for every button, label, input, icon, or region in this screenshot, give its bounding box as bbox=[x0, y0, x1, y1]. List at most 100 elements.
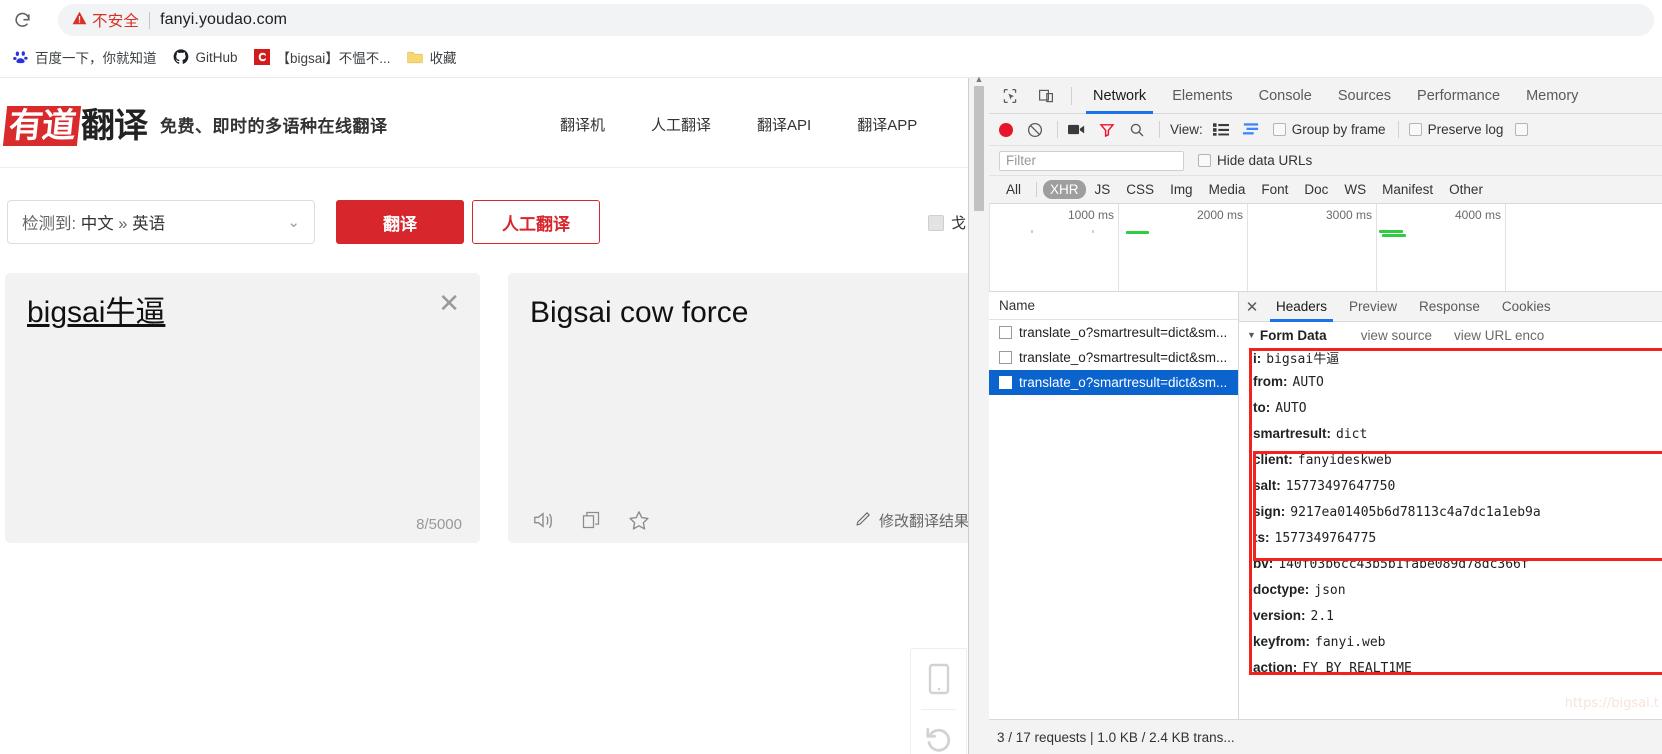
language-select[interactable]: 检测到: 中文 » 英语 ⌄ bbox=[7, 200, 315, 244]
detail-tab-preview[interactable]: Preview bbox=[1338, 292, 1408, 322]
bookmark-item-csdn[interactable]: 【bigsai】不愠不... bbox=[246, 44, 399, 70]
security-warning[interactable]: 不安全 bbox=[72, 9, 139, 31]
omnibox[interactable]: 不安全 fanyi.youdao.com bbox=[58, 4, 1654, 36]
translate-controls-bar: 检测到: 中文 » 英语 ⌄ 翻译 人工翻译 戈 bbox=[0, 196, 968, 258]
type-filter-media[interactable]: Media bbox=[1202, 180, 1253, 199]
request-detail-tabs: ✕ Headers Preview Response Cookies bbox=[1239, 292, 1662, 322]
mobile-icon[interactable] bbox=[911, 649, 966, 709]
nav-link-app[interactable]: 翻译APP bbox=[857, 114, 917, 135]
form-data-title: Form Data bbox=[1260, 328, 1327, 343]
auto-translate-toggle[interactable]: 戈 bbox=[928, 212, 966, 233]
group-by-frame-checkbox[interactable] bbox=[1273, 123, 1286, 136]
tab-elements[interactable]: Elements bbox=[1159, 78, 1245, 114]
omnibox-url[interactable]: fanyi.youdao.com bbox=[160, 11, 287, 29]
preserve-log-checkbox[interactable] bbox=[1409, 123, 1422, 136]
bookmark-item-folder[interactable]: 收藏 bbox=[399, 44, 465, 70]
view-source-link[interactable]: view source bbox=[1361, 328, 1432, 343]
nav-link-fanyiji[interactable]: 翻译机 bbox=[560, 114, 605, 135]
edit-result-label: 修改翻译结果 bbox=[879, 510, 968, 531]
target-text-panel: Bigsai cow force bbox=[508, 273, 968, 543]
bookmark-label: GitHub bbox=[196, 50, 238, 65]
hide-data-urls-checkbox[interactable] bbox=[1198, 154, 1211, 167]
type-filter-ws[interactable]: WS bbox=[1337, 180, 1373, 199]
lang-arrow: » bbox=[118, 215, 127, 233]
request-row-3-selected[interactable]: translate_o?smartresult=dict&sm... bbox=[989, 370, 1238, 395]
filter-funnel-icon[interactable] bbox=[1099, 122, 1115, 138]
page-scrollbar-thumb[interactable] bbox=[974, 86, 984, 211]
nav-link-api[interactable]: 翻译API bbox=[757, 114, 811, 135]
record-icon[interactable] bbox=[999, 123, 1013, 137]
request-row-1[interactable]: translate_o?smartresult=dict&sm... bbox=[989, 320, 1238, 345]
clear-source-icon[interactable]: ✕ bbox=[438, 291, 460, 317]
timeline-request-bar bbox=[1379, 230, 1403, 233]
detail-tab-cookies[interactable]: Cookies bbox=[1491, 292, 1562, 322]
form-data-value: 1577349764775 bbox=[1275, 531, 1377, 546]
devtools-resizer[interactable]: ▲ bbox=[969, 78, 989, 754]
human-translate-button[interactable]: 人工翻译 bbox=[472, 200, 600, 244]
tab-network[interactable]: Network bbox=[1080, 78, 1159, 114]
site-tagline: 免费、即时的多语种在线翻译 bbox=[160, 112, 388, 137]
type-filter-other[interactable]: Other bbox=[1442, 180, 1490, 199]
type-filter-js[interactable]: JS bbox=[1088, 180, 1118, 199]
type-filter-manifest[interactable]: Manifest bbox=[1375, 180, 1440, 199]
close-icon[interactable]: ✕ bbox=[1239, 298, 1265, 316]
type-filter-doc[interactable]: Doc bbox=[1297, 180, 1335, 199]
type-filter-css[interactable]: CSS bbox=[1119, 180, 1161, 199]
list-view-icon[interactable] bbox=[1213, 123, 1229, 136]
triangle-down-icon[interactable]: ▼ bbox=[1247, 330, 1256, 340]
request-row-2[interactable]: translate_o?smartresult=dict&sm... bbox=[989, 345, 1238, 370]
disable-cache-checkbox[interactable] bbox=[1515, 123, 1528, 136]
copy-icon[interactable] bbox=[578, 507, 604, 533]
nav-link-human[interactable]: 人工翻译 bbox=[651, 114, 711, 135]
site-logo[interactable]: 有道 翻译 bbox=[5, 98, 147, 147]
type-filter-xhr[interactable]: XHR bbox=[1043, 180, 1086, 199]
network-overview-timeline[interactable]: 1000 ms 2000 ms 3000 ms 4000 ms bbox=[989, 204, 1662, 292]
pencil-icon bbox=[855, 510, 872, 531]
bookmark-item-github[interactable]: GitHub bbox=[165, 46, 246, 68]
form-data-row-from: from: AUTO bbox=[1239, 374, 1662, 400]
type-filter-all[interactable]: All bbox=[999, 180, 1028, 199]
tab-console[interactable]: Console bbox=[1246, 78, 1325, 114]
form-data-value: fanyideskweb bbox=[1298, 453, 1392, 468]
form-data-value: json bbox=[1314, 583, 1345, 598]
detail-tab-headers[interactable]: Headers bbox=[1265, 292, 1338, 322]
detail-tab-response[interactable]: Response bbox=[1408, 292, 1491, 322]
form-data-value: 2.1 bbox=[1311, 609, 1334, 624]
hide-data-urls-toggle[interactable]: Hide data URLs bbox=[1198, 153, 1324, 168]
translate-button[interactable]: 翻译 bbox=[336, 200, 464, 244]
speaker-icon[interactable] bbox=[530, 507, 556, 533]
view-url-encoded-link[interactable]: view URL enco bbox=[1454, 328, 1544, 343]
source-text[interactable]: bigsai牛逼 bbox=[27, 295, 417, 331]
type-filter-font[interactable]: Font bbox=[1254, 180, 1295, 199]
timeline-request-bar bbox=[1126, 231, 1149, 234]
filter-input[interactable]: Filter bbox=[999, 151, 1184, 171]
bookmark-item-baidu[interactable]: 百度一下，你就知道 bbox=[4, 44, 165, 70]
request-list-column-header[interactable]: Name bbox=[989, 292, 1238, 320]
tab-sources[interactable]: Sources bbox=[1325, 78, 1404, 114]
refresh-icon[interactable] bbox=[911, 710, 966, 754]
search-icon[interactable] bbox=[1129, 122, 1145, 138]
timeline-request-bar bbox=[1382, 234, 1406, 237]
reload-icon[interactable] bbox=[8, 6, 36, 34]
request-name: translate_o?smartresult=dict&sm... bbox=[1019, 375, 1227, 390]
form-data-row-doctype: doctype: json bbox=[1239, 582, 1662, 608]
clear-circle-icon[interactable] bbox=[1027, 122, 1043, 138]
tab-performance[interactable]: Performance bbox=[1404, 78, 1513, 114]
form-data-header[interactable]: ▼ Form Data view source view URL enco bbox=[1239, 322, 1662, 348]
inspect-element-icon[interactable] bbox=[995, 81, 1025, 111]
form-data-value: AUTO bbox=[1275, 401, 1306, 416]
device-toolbar-icon[interactable] bbox=[1031, 81, 1061, 111]
type-filter-img[interactable]: Img bbox=[1163, 180, 1200, 199]
source-text-panel[interactable]: bigsai牛逼 ✕ 8/5000 bbox=[5, 273, 480, 543]
edit-translation-result[interactable]: 修改翻译结果 bbox=[855, 510, 968, 531]
tab-memory[interactable]: Memory bbox=[1513, 78, 1591, 114]
auto-translate-checkbox[interactable] bbox=[928, 215, 944, 231]
capture-screenshots-icon[interactable] bbox=[1068, 123, 1085, 136]
waterfall-view-icon[interactable] bbox=[1243, 123, 1259, 136]
devtools-tabbar: Network Elements Console Sources Perform… bbox=[989, 78, 1662, 114]
star-icon[interactable] bbox=[626, 507, 652, 533]
form-data-key: salt: bbox=[1253, 478, 1281, 493]
timeline-marker bbox=[1031, 230, 1033, 233]
form-data-key: keyfrom: bbox=[1253, 634, 1310, 649]
scroll-up-icon[interactable]: ▲ bbox=[974, 74, 984, 86]
